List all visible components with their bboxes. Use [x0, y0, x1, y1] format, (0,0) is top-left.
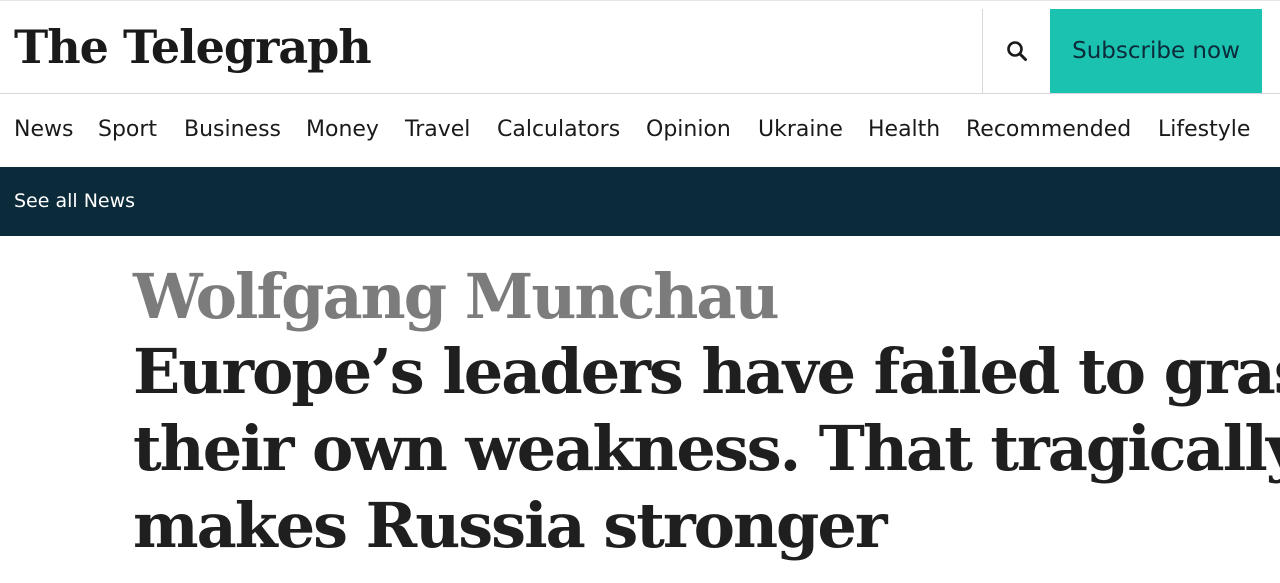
nav-item-calculators[interactable]: Calculators [497, 115, 620, 145]
nav-item-sport[interactable]: Sport [98, 115, 157, 145]
site-header: The Telegraph Subscribe now [0, 0, 1280, 94]
search-icon [1006, 41, 1027, 61]
headline-line-1: Europe’s leaders have failed to grasp [133, 335, 1280, 408]
headline-line-3: makes Russia stronger [133, 489, 888, 562]
main-nav: News Sport Business Money Travel Calcula… [0, 94, 1280, 167]
nav-item-lifestyle[interactable]: Lifestyle [1158, 115, 1250, 145]
search-button[interactable] [982, 9, 1050, 93]
headline-line-2: their own weakness. That tragically [133, 412, 1280, 485]
nav-item-money[interactable]: Money [306, 115, 379, 145]
nav-item-opinion[interactable]: Opinion [646, 115, 731, 145]
telegraph-logo[interactable]: The Telegraph [14, 19, 372, 75]
nav-item-recommended[interactable]: Recommended [966, 115, 1131, 145]
nav-item-ukraine[interactable]: Ukraine [758, 115, 843, 145]
article-headline: Europe’s leaders have failed to grasp th… [133, 333, 1280, 564]
nav-item-news[interactable]: News [14, 115, 73, 145]
section-subnav: See all News [0, 167, 1280, 236]
nav-item-travel[interactable]: Travel [405, 115, 470, 145]
nav-item-business[interactable]: Business [184, 115, 281, 145]
see-all-news-link[interactable]: See all News [14, 188, 135, 214]
nav-item-health[interactable]: Health [868, 115, 940, 145]
author-name[interactable]: Wolfgang Munchau [133, 257, 780, 337]
subscribe-button[interactable]: Subscribe now [1050, 9, 1262, 93]
